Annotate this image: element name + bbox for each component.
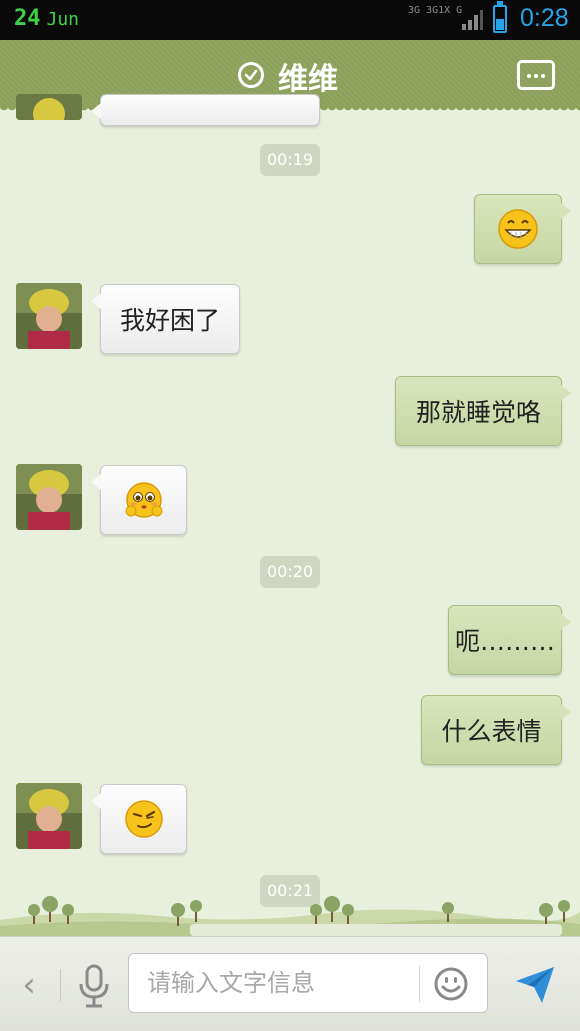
message-input[interactable] (147, 966, 407, 1000)
message-text: 呃……… (454, 627, 555, 656)
battery-icon (493, 1, 507, 33)
message-input-box[interactable] (128, 953, 488, 1013)
avatar[interactable] (16, 783, 82, 849)
message-bubble-outgoing[interactable]: 呃……… (448, 605, 571, 675)
message-composer: ‹ (0, 936, 580, 1031)
smiley-icon[interactable] (433, 966, 469, 1002)
message-bubble-incoming[interactable] (91, 465, 187, 535)
status-date-day: 24 (14, 6, 41, 31)
status-date-month: Jun (46, 9, 80, 30)
status-bar: 24 Jun 3G 3G1X G 0:28 (0, 0, 580, 40)
more-options-button[interactable] (517, 60, 555, 90)
contact-name[interactable]: 维维 (278, 54, 338, 98)
message-bubble-partial[interactable] (91, 94, 320, 126)
message-bubble-outgoing[interactable]: 那就睡觉咯 (395, 376, 571, 446)
background-scenery (0, 896, 580, 936)
message-bubble-incoming[interactable]: 我好困了 (91, 284, 240, 354)
signal-icon (462, 10, 483, 30)
avatar[interactable] (16, 464, 82, 530)
status-time: 0:28 (520, 4, 569, 32)
send-icon[interactable] (512, 961, 558, 1007)
message-text: 什么表情 (441, 717, 542, 746)
message-bubble-incoming[interactable] (91, 784, 187, 854)
message-bubble-outgoing[interactable] (474, 194, 571, 264)
chevron-left-icon[interactable]: ‹ (14, 965, 44, 1005)
message-text: 我好困了 (119, 306, 220, 335)
pitiful-emoji-icon (125, 482, 162, 518)
divider (60, 969, 61, 1001)
timestamp: 00:19 (260, 144, 320, 176)
network-indicator: 3G 3G1X G (408, 5, 463, 16)
microphone-icon[interactable] (76, 963, 112, 1009)
avatar[interactable] (16, 94, 82, 120)
grin-emoji-icon (498, 209, 538, 249)
more-icon-dot (534, 74, 538, 78)
divider (419, 966, 420, 1002)
more-icon (527, 74, 531, 78)
status-date: 24 Jun (14, 6, 79, 31)
avatar[interactable] (16, 283, 82, 349)
message-bubble-outgoing[interactable]: 什么表情 (421, 695, 571, 765)
smirk-emoji-icon (124, 800, 163, 838)
check-circle-icon (238, 62, 264, 88)
message-text: 那就睡觉咯 (415, 398, 541, 427)
more-icon-dot (541, 74, 545, 78)
message-list[interactable]: 00:19 我好困了 那就睡觉咯 00:20 呃……… 什么表情 00:21 (0, 94, 580, 936)
timestamp: 00:20 (260, 556, 320, 588)
